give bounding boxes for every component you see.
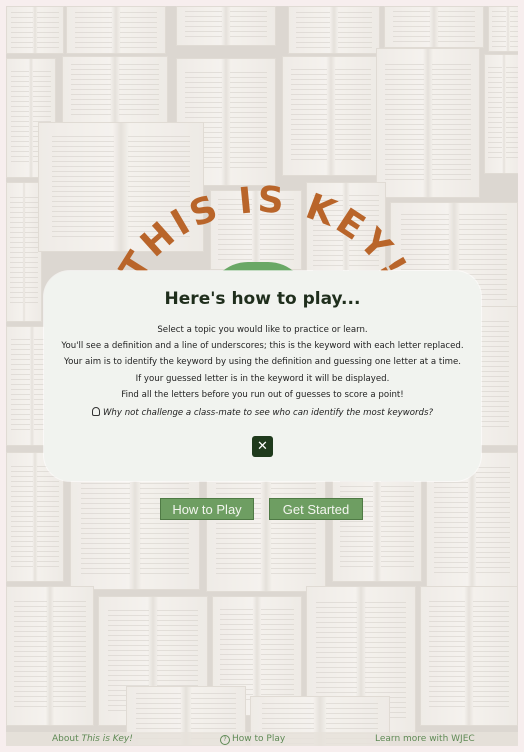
instructions: Select a topic you would like to practic… xyxy=(44,322,481,403)
footer-about-link[interactable]: About This is Key! xyxy=(52,732,133,746)
how-to-play-modal: Here's how to play... Select a topic you… xyxy=(44,271,481,481)
footer-how-to-play-label: How to Play xyxy=(232,734,286,744)
close-icon: ✕ xyxy=(257,439,268,454)
tip-text: Why not challenge a class-mate to see wh… xyxy=(102,408,434,418)
close-button[interactable]: ✕ xyxy=(252,436,273,457)
title-arc: THIS IS KEY! xyxy=(112,179,412,287)
app-frame: THIS IS KEY! How to Play Get Started Abo… xyxy=(0,0,524,752)
footer-about-prefix: About xyxy=(52,734,82,744)
question-icon: ? xyxy=(220,735,230,745)
instruction-line: Your aim is to identify the keyword by u… xyxy=(63,357,462,368)
instruction-line: Find all the letters before you run out … xyxy=(121,389,404,400)
footer-how-to-play-link[interactable]: ? How to Play xyxy=(220,732,285,746)
instruction-line: Select a topic you would like to practic… xyxy=(157,325,368,335)
lightbulb-icon xyxy=(91,407,100,416)
instruction-line: If your guessed letter is in the keyword… xyxy=(135,373,390,384)
footer: About This is Key! ? How to Play Learn mo… xyxy=(6,732,518,746)
get-started-button[interactable]: Get Started xyxy=(269,498,363,520)
instruction-line: You'll see a definition and a line of un… xyxy=(61,341,464,352)
tip: Why not challenge a class-mate to see wh… xyxy=(44,407,481,418)
how-to-play-button[interactable]: How to Play xyxy=(160,498,254,520)
footer-about-name: This is Key! xyxy=(81,734,133,744)
footer-wjec-link[interactable]: Learn more with WJEC xyxy=(375,732,475,746)
modal-heading: Here's how to play... xyxy=(164,289,361,309)
